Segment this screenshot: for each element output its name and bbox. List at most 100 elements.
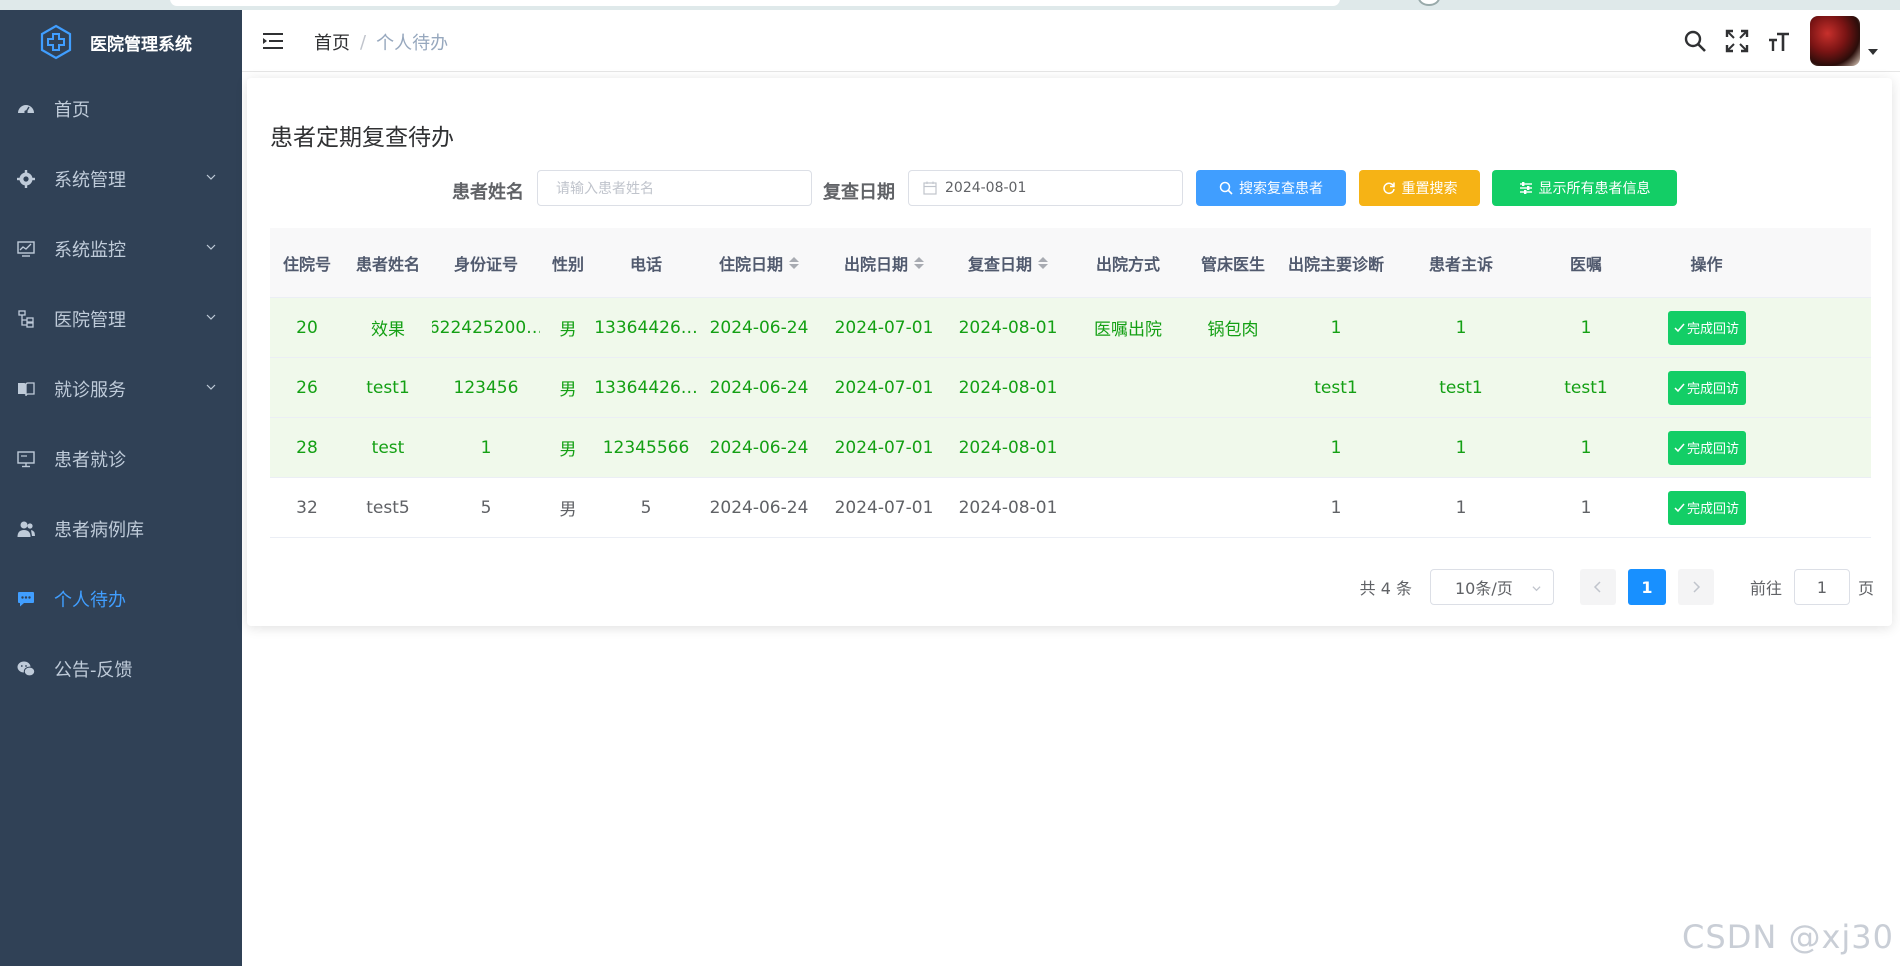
brand[interactable]: 医院管理系统: [0, 10, 242, 74]
sidebar-item-0[interactable]: 首页: [0, 74, 242, 144]
search-patients-label: 搜索复查患者: [1239, 181, 1323, 197]
sidebar-menu: 首页系统管理系统监控医院管理就诊服务患者就诊 患者病例库个人待办公告-反馈: [0, 74, 242, 704]
sidebar-item-3[interactable]: 医院管理: [0, 284, 242, 354]
table-cell: 622425200…: [432, 317, 540, 338]
todo-card: 患者定期复查待办 患者姓名 请输入患者姓名 复查日期 2024-08-01 搜索…: [247, 78, 1892, 626]
complete-followup-button[interactable]: 完成回访: [1667, 310, 1746, 345]
sidebar-item-label: 就诊服务: [54, 380, 126, 401]
font-size-icon[interactable]: [1764, 26, 1794, 56]
search-form: 患者姓名 请输入患者姓名 复查日期 2024-08-01 搜索复查患者 重置搜索…: [247, 170, 1892, 210]
column-header[interactable]: 出院日期: [822, 228, 946, 297]
table-cell: 1: [1330, 497, 1342, 518]
app-title: 医院管理系统: [90, 34, 192, 55]
page-title: 患者定期复查待办: [270, 125, 454, 151]
browser-profile-icon[interactable]: [1418, 0, 1440, 6]
gear-icon: [16, 169, 36, 189]
table-cell: 1: [1330, 437, 1342, 458]
complete-followup-button[interactable]: 完成回访: [1667, 370, 1746, 405]
table-cell: test5: [366, 497, 410, 518]
goto-suffix: 页: [1857, 579, 1874, 598]
page-size-select[interactable]: 10条/页: [1429, 569, 1554, 605]
browser-address-bar[interactable]: [170, 0, 1340, 6]
column-header-label: 管床医生: [1200, 254, 1265, 274]
column-header: 性别: [540, 228, 596, 297]
table-cell: [1070, 478, 1186, 537]
table-body: 20 效果 622425200… 男 13364426… 2024-06-24 2024-0…: [270, 298, 1871, 538]
sidebar: 医院管理系统 首页系统管理系统监控医院管理就诊服务患者就诊 患者病例库个人待办公告…: [0, 10, 242, 966]
table-cell: 2024-06-24: [709, 377, 809, 398]
table-cell: 1: [1455, 497, 1467, 518]
table-cell: 26: [296, 377, 318, 398]
column-header[interactable]: 住院日期: [696, 228, 822, 297]
breadcrumb-current: 个人待办: [376, 33, 449, 54]
sidebar-item-label: 个人待办: [54, 590, 126, 611]
review-date-label: 复查日期: [823, 182, 895, 203]
table-cell: 1: [1580, 497, 1592, 518]
chevron-right-icon: [1693, 581, 1701, 593]
table-cell: 20: [296, 317, 318, 338]
caret-down-icon[interactable]: [1868, 49, 1878, 55]
sidebar-item-4[interactable]: 就诊服务: [0, 354, 242, 424]
patient-name-input[interactable]: 请输入患者姓名: [537, 170, 812, 206]
sort-caret-icon[interactable]: [789, 256, 799, 269]
filter-sliders-icon: [1519, 182, 1532, 194]
breadcrumb-separator: /: [360, 31, 367, 53]
people-icon: [16, 519, 36, 539]
sidebar-item-8[interactable]: 公告-反馈: [0, 634, 242, 704]
column-header[interactable]: 复查日期: [946, 228, 1070, 297]
table-cell: 12345566: [602, 437, 690, 458]
sidebar-item-label: 公告-反馈: [54, 660, 133, 681]
table-cell: 2024-07-01: [834, 377, 934, 398]
table-cell: 2024-06-24: [709, 317, 809, 338]
table-cell: 男: [559, 320, 577, 340]
review-date-picker[interactable]: 2024-08-01: [908, 170, 1183, 206]
top-header: 首页 / 个人待办: [242, 10, 1900, 72]
reset-search-button[interactable]: 重置搜索: [1359, 170, 1480, 206]
table-cell: 28: [296, 437, 318, 458]
sidebar-item-2[interactable]: 系统监控: [0, 214, 242, 284]
sidebar-item-5[interactable]: 患者就诊: [0, 424, 242, 494]
sidebar-item-label: 医院管理: [54, 310, 126, 331]
sidebar-item-label: 系统监控: [54, 240, 126, 261]
table-cell: 1: [1455, 437, 1467, 458]
sort-caret-icon[interactable]: [1038, 256, 1048, 269]
review-todo-table: 住院号 患者姓名 身份证号 性别 电话 住院日期 出院日期 复查日期 出院方式 管床医生 出院主要诊…: [270, 228, 1871, 538]
main-content: 患者定期复查待办 患者姓名 请输入患者姓名 复查日期 2024-08-01 搜索…: [242, 72, 1900, 966]
sidebar-item-label: 首页: [54, 100, 90, 121]
sidebar-item-1[interactable]: 系统管理: [0, 144, 242, 214]
complete-followup-button[interactable]: 完成回访: [1667, 430, 1746, 465]
breadcrumb-home[interactable]: 首页: [314, 29, 350, 55]
chevron-down-icon: [206, 244, 216, 250]
sidebar-item-label: 系统管理: [54, 170, 126, 191]
search-patients-button[interactable]: 搜索复查患者: [1196, 170, 1346, 206]
table-cell: 1: [1580, 317, 1592, 338]
pagination: 共 4 条 10条/页 1 前往 1 页: [1360, 569, 1874, 605]
reset-search-label: 重置搜索: [1401, 181, 1458, 197]
column-header-label: 身份证号: [453, 254, 518, 274]
page-number-1[interactable]: 1: [1627, 569, 1666, 605]
action-cell: 完成回访: [1642, 418, 1771, 477]
action-cell: 完成回访: [1642, 478, 1771, 537]
sidebar-item-6[interactable]: 患者病例库: [0, 494, 242, 564]
column-header-label: 患者主诉: [1428, 254, 1493, 274]
sidebar-item-7[interactable]: 个人待办: [0, 564, 242, 634]
table-cell: 1: [1455, 317, 1467, 338]
chevron-down-icon: [206, 384, 216, 390]
table-cell: 2024-08-01: [958, 497, 1058, 518]
complete-followup-label: 完成回访: [1686, 322, 1739, 337]
complete-followup-button[interactable]: 完成回访: [1667, 490, 1746, 525]
table-cell: 2024-08-01: [958, 317, 1058, 338]
table-cell: [1186, 478, 1280, 537]
fullscreen-icon[interactable]: [1722, 26, 1752, 56]
column-header: 电话: [596, 228, 696, 297]
show-all-patients-button[interactable]: 显示所有患者信息: [1492, 170, 1677, 206]
search-icon[interactable]: [1680, 26, 1710, 56]
screen-icon: [16, 449, 36, 469]
sort-caret-icon[interactable]: [914, 256, 924, 269]
next-page-button[interactable]: [1677, 569, 1714, 605]
avatar[interactable]: [1810, 16, 1860, 66]
review-date-value: 2024-08-01: [945, 180, 1027, 196]
prev-page-button[interactable]: [1579, 569, 1616, 605]
goto-page-input[interactable]: 1: [1793, 569, 1850, 605]
hamburger-icon[interactable]: [262, 30, 284, 52]
